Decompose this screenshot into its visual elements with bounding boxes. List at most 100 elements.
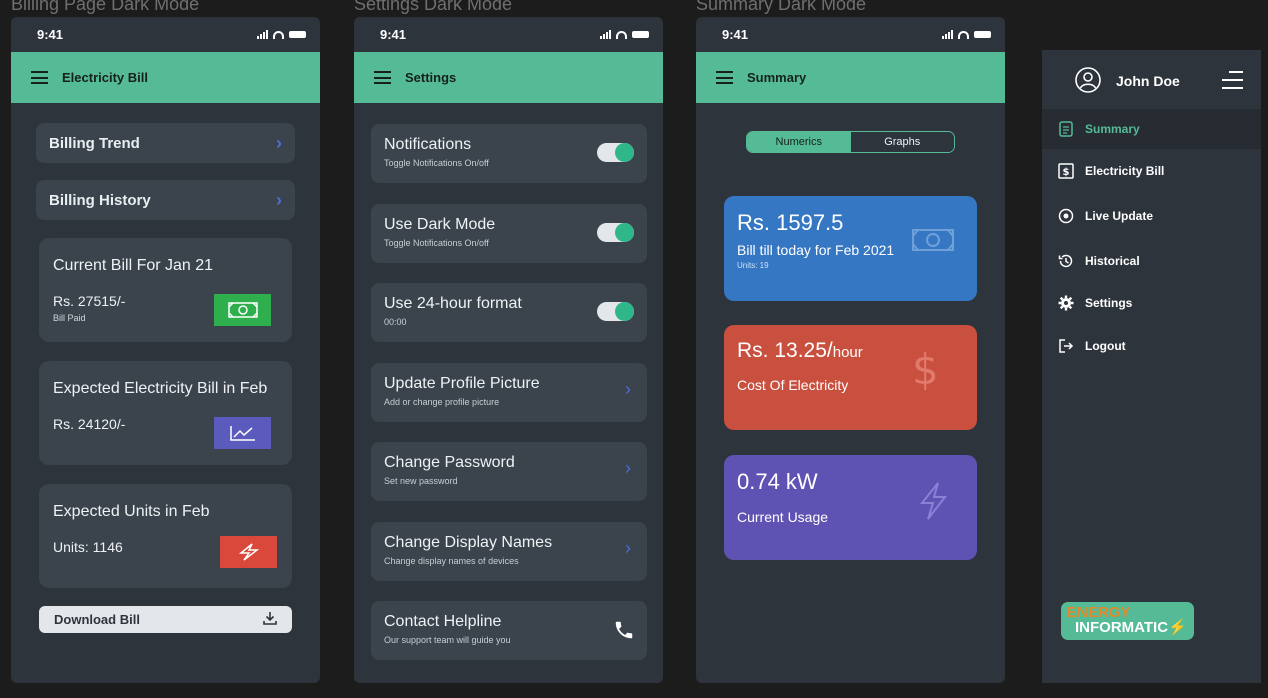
cash-icon xyxy=(214,294,271,326)
frame-title-settings: Settings Dark Mode xyxy=(354,0,513,14)
user-name: John Doe xyxy=(1116,73,1180,89)
setting-display-names[interactable]: Change Display Names Change display name… xyxy=(371,522,647,581)
drawer-header: John Doe xyxy=(1042,50,1261,112)
dollar-icon: $ xyxy=(912,345,939,394)
setting-subtitle: 00:00 xyxy=(384,317,407,327)
trend-chart-icon xyxy=(214,417,271,449)
page-title: Summary xyxy=(747,70,807,85)
setting-title: Change Password xyxy=(384,454,515,471)
bill-units: Units: 19 xyxy=(737,261,769,270)
page-title: Settings xyxy=(405,70,457,85)
usage-summary-card: 0.74 kW Current Usage xyxy=(724,455,977,560)
settings-screen: 9:41 Settings Notifications Toggle Notif… xyxy=(354,17,663,683)
drawer-item-electricity-bill[interactable]: $ Electricity Bill xyxy=(1042,151,1261,191)
setting-subtitle: Toggle Notifications On/off xyxy=(384,158,489,168)
drawer-item-label: Live Update xyxy=(1085,209,1154,223)
tab-graphs[interactable]: Graphs xyxy=(850,132,954,152)
24-hour-toggle[interactable] xyxy=(597,302,634,321)
drawer-item-logout[interactable]: Logout xyxy=(1042,326,1261,366)
live-icon xyxy=(1057,208,1074,225)
hamburger-menu-icon[interactable] xyxy=(31,71,48,84)
tab-numerics[interactable]: Numerics xyxy=(747,132,851,152)
setting-title: Update Profile Picture xyxy=(384,375,540,392)
setting-subtitle: Change display names of devices xyxy=(384,556,519,566)
setting-notifications[interactable]: Notifications Toggle Notifications On/of… xyxy=(371,124,647,183)
battery-icon xyxy=(632,31,649,38)
setting-contact-helpline[interactable]: Contact Helpline Our support team will g… xyxy=(371,601,647,660)
wifi-icon xyxy=(958,30,969,39)
cost-summary-card: Rs. 13.25/hour Cost Of Electricity $ xyxy=(724,325,977,430)
download-bill-button[interactable]: Download Bill xyxy=(39,606,292,633)
drawer-item-label: Electricity Bill xyxy=(1085,164,1165,178)
view-toggle: Numerics Graphs xyxy=(746,131,955,153)
cost-value: Rs. 13.25/ xyxy=(737,339,833,362)
status-bar: 9:41 xyxy=(11,17,320,52)
navigation-drawer: John Doe Summary $ Electricity Bill Live… xyxy=(1042,50,1261,683)
setting-subtitle: Add or change profile picture xyxy=(384,397,500,407)
expected-units-value: Units: 1146 xyxy=(53,539,123,555)
notifications-toggle[interactable] xyxy=(597,143,634,162)
current-bill-status: Bill Paid xyxy=(53,313,86,323)
app-bar: Summary xyxy=(696,52,1005,103)
energy-informatics-logo: ENERGY INFORMATIC⚡ xyxy=(1061,602,1194,640)
billing-history-label: Billing History xyxy=(49,191,151,209)
expected-units-card: Expected Units in Feb Units: 1146 xyxy=(39,484,292,588)
billing-screen: 9:41 Electricity Bill Billing Trend › Bi… xyxy=(11,17,320,683)
chevron-right-icon: › xyxy=(625,458,631,478)
current-bill-amount: Rs. 27515/- xyxy=(53,293,126,309)
status-bar: 9:41 xyxy=(696,17,1005,52)
setting-24-hour[interactable]: Use 24-hour format 00:00 xyxy=(371,283,647,342)
wifi-icon xyxy=(616,30,627,39)
setting-subtitle: Set new password xyxy=(384,476,458,486)
setting-change-password[interactable]: Change Password Set new password › xyxy=(371,442,647,501)
expected-bill-heading: Expected Electricity Bill in Feb xyxy=(53,380,268,397)
drawer-item-label: Historical xyxy=(1085,254,1140,268)
cost-unit: hour xyxy=(832,344,863,361)
current-bill-card: Current Bill For Jan 21 Rs. 27515/- Bill… xyxy=(39,238,292,342)
drawer-item-settings[interactable]: Settings xyxy=(1042,283,1261,323)
drawer-item-historical[interactable]: Historical xyxy=(1042,241,1261,281)
hamburger-menu-icon[interactable] xyxy=(374,71,391,84)
logo-bolt-icon: ⚡ xyxy=(1168,619,1187,636)
setting-subtitle: Toggle Notifications On/off xyxy=(384,238,489,248)
summary-screen: 9:41 Summary Numerics Graphs Rs. 1597.5 … xyxy=(696,17,1005,683)
drawer-item-label: Summary xyxy=(1085,122,1140,136)
chevron-right-icon: › xyxy=(625,538,631,558)
download-bill-label: Download Bill xyxy=(54,612,140,627)
expected-units-heading: Expected Units in Feb xyxy=(53,503,210,520)
expected-bill-amount: Rs. 24120/- xyxy=(53,416,126,432)
menu-icon[interactable] xyxy=(1222,71,1243,89)
logo-line-1: ENERGY xyxy=(1067,604,1131,621)
logo-line-2-wrapper: INFORMATIC⚡ xyxy=(1067,620,1194,635)
frame-title-summary: Summary Dark Mode xyxy=(696,0,867,14)
logo-line-2: INFORMATIC xyxy=(1075,619,1169,636)
logout-icon xyxy=(1057,338,1074,355)
wifi-icon xyxy=(273,30,284,39)
setting-dark-mode[interactable]: Use Dark Mode Toggle Notifications On/of… xyxy=(371,204,647,263)
status-time: 9:41 xyxy=(37,27,64,42)
drawer-item-summary[interactable]: Summary xyxy=(1042,109,1261,149)
billing-history-row[interactable]: Billing History › xyxy=(36,180,295,220)
user-avatar-icon[interactable] xyxy=(1074,66,1102,97)
document-icon xyxy=(1057,121,1074,138)
cash-icon xyxy=(912,228,954,257)
current-bill-heading: Current Bill For Jan 21 xyxy=(53,257,214,274)
setting-subtitle: Our support team will guide you xyxy=(384,635,511,645)
phone-icon xyxy=(613,619,635,646)
setting-profile-picture[interactable]: Update Profile Picture Add or change pro… xyxy=(371,363,647,422)
drawer-item-label: Settings xyxy=(1085,296,1133,310)
gear-icon xyxy=(1057,295,1074,312)
dark-mode-toggle[interactable] xyxy=(597,223,634,242)
drawer-item-live-update[interactable]: Live Update xyxy=(1042,196,1261,236)
page-title: Electricity Bill xyxy=(62,70,148,85)
status-bar: 9:41 xyxy=(354,17,663,52)
status-time: 9:41 xyxy=(380,27,407,42)
chevron-right-icon: › xyxy=(625,379,631,399)
battery-icon xyxy=(289,31,306,38)
history-icon xyxy=(1057,253,1074,270)
billing-trend-label: Billing Trend xyxy=(49,134,140,152)
hamburger-menu-icon[interactable] xyxy=(716,71,733,84)
battery-icon xyxy=(974,31,991,38)
signal-icon xyxy=(942,30,953,39)
billing-trend-row[interactable]: Billing Trend › xyxy=(36,123,295,163)
